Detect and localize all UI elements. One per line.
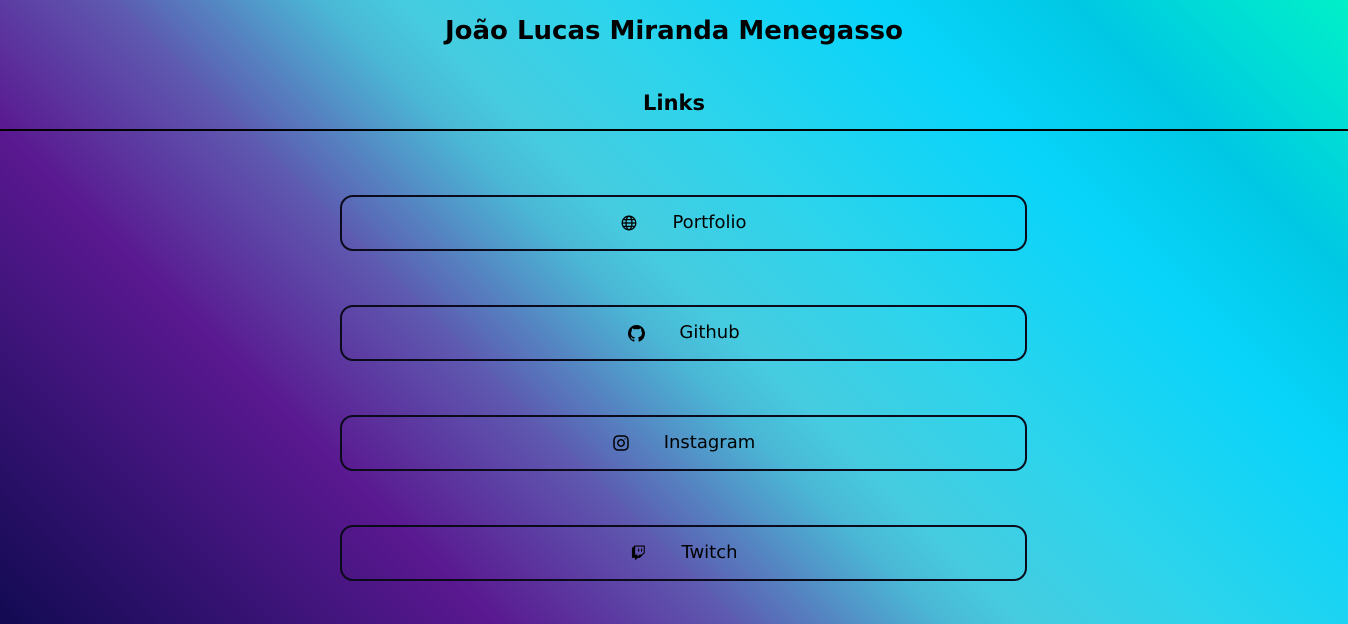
link-label: Github <box>679 322 740 343</box>
links-list: Portfolio Github Instagram Twitch <box>340 195 1027 624</box>
instagram-link-button[interactable]: Instagram <box>340 415 1027 471</box>
link-label: Portfolio <box>672 212 747 233</box>
section-title: Links <box>643 91 705 115</box>
globe-icon <box>620 214 638 232</box>
twitch-link-button[interactable]: Twitch <box>340 525 1027 581</box>
page-header: João Lucas Miranda Menegasso Links <box>0 0 1348 131</box>
portfolio-link-button[interactable]: Portfolio <box>340 195 1027 251</box>
page-title: João Lucas Miranda Menegasso <box>444 16 904 46</box>
instagram-icon <box>612 434 630 452</box>
twitch-icon <box>629 544 647 562</box>
link-label: Instagram <box>663 432 756 453</box>
link-label: Twitch <box>681 542 738 563</box>
github-icon <box>627 324 645 342</box>
github-link-button[interactable]: Github <box>340 305 1027 361</box>
